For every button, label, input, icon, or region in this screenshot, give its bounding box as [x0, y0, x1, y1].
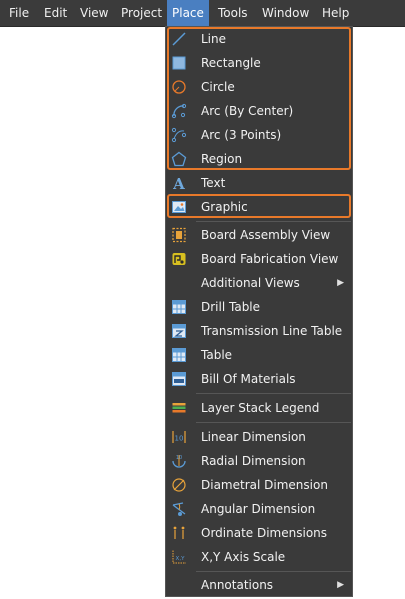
menu-window[interactable]: Window — [257, 0, 314, 26]
menu-item-label: Radial Dimension — [201, 454, 306, 468]
layer-stack-legend-icon — [172, 403, 186, 413]
radial-dimension-icon: 10 — [172, 455, 186, 468]
menu-item-drill-table[interactable]: Drill Table — [166, 295, 352, 319]
menu-item-board-fabrication-view[interactable]: Board Fabrication View — [166, 247, 352, 271]
menu-item-label: X,Y Axis Scale — [201, 550, 286, 564]
menu-item-angular-dimension[interactable]: Angular Dimension — [166, 497, 352, 521]
svg-text:10: 10 — [175, 435, 184, 443]
menu-place[interactable]: Place — [167, 0, 209, 26]
menu-item-label: Text — [201, 176, 226, 190]
menu-item-label: Diametral Dimension — [201, 478, 328, 492]
svg-text:10: 10 — [176, 455, 182, 461]
menu-separator — [196, 393, 351, 394]
menu-item-label: Transmission Line Table — [201, 324, 343, 338]
menu-item-text[interactable]: A Text — [166, 171, 352, 195]
highlight-outline-graphic — [167, 194, 351, 218]
menu-bar: File Edit View Project Place Tools Windo… — [0, 0, 405, 27]
menu-item-ordinate-dimensions[interactable]: Ordinate Dimensions — [166, 521, 352, 545]
menu-separator — [196, 422, 351, 423]
menu-separator — [196, 571, 351, 572]
menu-item-label: Bill Of Materials — [201, 372, 296, 386]
diametral-dimension-icon — [172, 478, 186, 492]
menu-separator — [196, 221, 351, 222]
menu-edit[interactable]: Edit — [39, 0, 72, 26]
table-icon — [172, 348, 186, 362]
menu-item-label: Ordinate Dimensions — [201, 526, 328, 540]
menu-item-layer-stack-legend[interactable]: Layer Stack Legend — [166, 396, 352, 420]
svg-text:A: A — [172, 175, 185, 191]
menu-item-label: Linear Dimension — [201, 430, 306, 444]
transmission-line-table-icon — [172, 324, 186, 338]
svg-text:X,Y: X,Y — [176, 556, 186, 562]
xy-axis-scale-icon: X,Y — [172, 550, 186, 564]
menu-item-bill-of-materials[interactable]: Bill Of Materials — [166, 367, 352, 391]
menu-item-additional-views[interactable]: Additional Views ▶ — [166, 271, 352, 295]
board-fabrication-view-icon — [172, 253, 186, 265]
drill-table-icon — [172, 300, 186, 314]
menu-view[interactable]: View — [75, 0, 113, 26]
menu-item-radial-dimension[interactable]: 10 Radial Dimension — [166, 449, 352, 473]
menu-item-label: Board Assembly View — [201, 228, 331, 242]
menu-item-label: Annotations — [201, 578, 274, 592]
menu-item-board-assembly-view[interactable]: Board Assembly View — [166, 223, 352, 247]
menu-item-transmission-line-table[interactable]: Transmission Line Table — [166, 319, 352, 343]
angular-dimension-icon — [172, 502, 186, 516]
menu-help[interactable]: Help — [317, 0, 354, 26]
menu-item-diametral-dimension[interactable]: Diametral Dimension — [166, 473, 352, 497]
menu-item-linear-dimension[interactable]: 10 Linear Dimension — [166, 425, 352, 449]
board-assembly-view-icon — [172, 227, 186, 243]
submenu-arrow-icon: ▶ — [337, 278, 344, 288]
bill-of-materials-icon — [172, 372, 186, 386]
menu-item-label: Layer Stack Legend — [201, 401, 320, 415]
place-menu-dropdown: Line Rectangle Circle Arc (By Center) Ar… — [165, 26, 353, 597]
menu-item-label: Angular Dimension — [201, 502, 316, 516]
menu-item-label: Table — [201, 348, 233, 362]
menu-project[interactable]: Project — [116, 0, 167, 26]
menu-item-label: Additional Views — [201, 276, 300, 290]
menu-item-label: Board Fabrication View — [201, 252, 339, 266]
submenu-arrow-icon: ▶ — [337, 580, 344, 590]
highlight-outline-primitives — [167, 27, 351, 170]
menu-file[interactable]: File — [4, 0, 34, 26]
menu-item-label: Drill Table — [201, 300, 261, 314]
menu-tools[interactable]: Tools — [213, 0, 253, 26]
text-icon: A — [172, 175, 185, 191]
menu-item-xy-axis-scale[interactable]: X,Y X,Y Axis Scale — [166, 545, 352, 569]
menu-item-annotations[interactable]: Annotations ▶ — [166, 573, 352, 597]
ordinate-dimensions-icon — [173, 526, 185, 539]
linear-dimension-icon: 10 — [172, 431, 186, 443]
menu-item-table[interactable]: Table — [166, 343, 352, 367]
